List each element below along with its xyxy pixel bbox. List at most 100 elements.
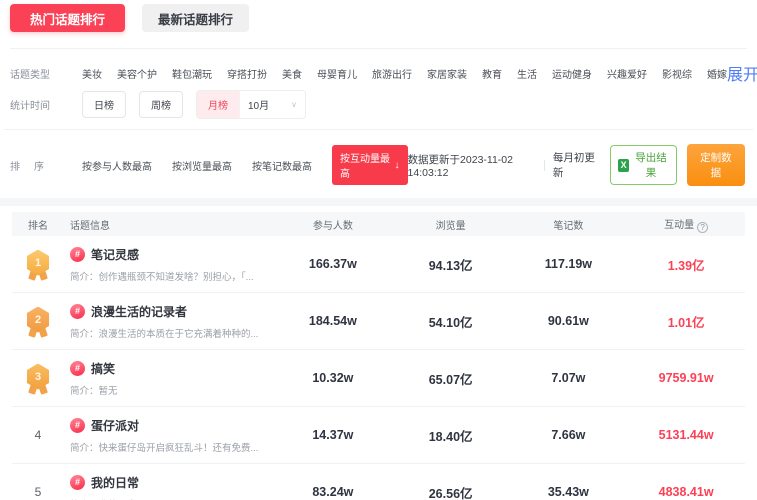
table-body: 1 1 # 笔记灵感 简介：创作遇瓶颈不知道发啥？别担心，「... 166.37… <box>12 236 745 500</box>
data-updated-text: 数据更新于2023-11-02 14:03:12 <box>408 152 536 179</box>
topic-type-options: 美妆美容个护鞋包潮玩穿搭打扮美食母婴育儿旅游出行家居家装教育生活运动健身兴趣爱好… <box>82 66 727 81</box>
sort-row: 排序 按参与人数最高按浏览量最高按笔记数最高 按互动量最高 ↓ 数据更新于202… <box>0 130 757 198</box>
description-label: 简介： <box>70 386 99 397</box>
notes-value: 117.19w <box>510 257 628 271</box>
help-icon[interactable]: ? <box>697 222 708 233</box>
sort-option[interactable]: 按参与人数最高 <box>82 158 152 173</box>
header-participants: 参与人数 <box>274 217 392 232</box>
rank-medal-icon: 1 <box>25 249 51 280</box>
topic-info-cell: # 笔记灵感 简介：创作遇瓶颈不知道发啥？别担心，「... <box>64 246 274 283</box>
tab-hot-topics[interactable]: 热门话题排行 <box>10 4 125 32</box>
header-interactions-label: 互动量 <box>664 220 694 231</box>
topic-description: 简介：浪漫生活的本质在于它充满着种种的... <box>70 326 274 340</box>
description-text: 快来蛋仔岛开启疯狂乱斗！还有免费... <box>99 443 259 454</box>
topic-type-option[interactable]: 兴趣爱好 <box>607 66 647 81</box>
notes-value: 7.66w <box>510 428 628 442</box>
export-results-button[interactable]: X 导出结果 <box>610 145 677 185</box>
monthly-rank-group: 月榜 10月 ∨ <box>196 90 306 119</box>
topic-type-option[interactable]: 鞋包潮玩 <box>172 66 212 81</box>
custom-data-button[interactable]: 定制数据 <box>687 144 745 186</box>
rank-medal-icon: 3 <box>25 363 51 394</box>
topic-type-option[interactable]: 影视综 <box>662 66 692 81</box>
notes-value: 7.07w <box>510 371 628 385</box>
description-label: 简介： <box>70 443 99 454</box>
table-row[interactable]: 2 2 # 浪漫生活的记录者 简介：浪漫生活的本质在于它充满着种种的... 18… <box>12 293 745 350</box>
topic-title[interactable]: 蛋仔派对 <box>91 417 139 434</box>
participants-value: 14.37w <box>274 428 392 442</box>
stat-time-row: 统计时间 日榜 周榜 月榜 10月 ∨ <box>10 91 745 117</box>
table-row[interactable]: 4 4 # 蛋仔派对 简介：快来蛋仔岛开启疯狂乱斗！还有免费... 14.37w… <box>12 407 745 464</box>
topic-hash-icon: # <box>70 247 85 262</box>
sort-option[interactable]: 按浏览量最高 <box>172 158 232 173</box>
interactions-value: 4838.41w <box>627 485 745 499</box>
meta-divider <box>544 160 545 171</box>
weekly-rank-button[interactable]: 周榜 <box>139 91 183 118</box>
topic-info-cell: # 浪漫生活的记录者 简介：浪漫生活的本质在于它充满着种种的... <box>64 303 274 340</box>
topic-type-option[interactable]: 婚嫁 <box>707 66 727 81</box>
topic-type-option[interactable]: 穿搭打扮 <box>227 66 267 81</box>
monthly-rank-button[interactable]: 月榜 <box>197 91 239 118</box>
expand-link[interactable]: 展开 <box>727 61 757 85</box>
topic-type-option[interactable]: 旅游出行 <box>372 66 412 81</box>
header-views: 浏览量 <box>392 217 510 232</box>
topic-type-option[interactable]: 美食 <box>282 66 302 81</box>
table-row[interactable]: 1 1 # 笔记灵感 简介：创作遇瓶颈不知道发啥？别担心，「... 166.37… <box>12 236 745 293</box>
sort-option[interactable]: 按笔记数最高 <box>252 158 312 173</box>
sort-by-interactions-label: 按互动量最高 <box>340 150 393 180</box>
month-select-value: 10月 <box>248 97 269 112</box>
sort-by-interactions-button[interactable]: 按互动量最高 ↓ <box>332 145 408 185</box>
participants-value: 166.37w <box>274 257 392 271</box>
topic-type-option[interactable]: 家居家装 <box>427 66 467 81</box>
tab-latest-topics[interactable]: 最新话题排行 <box>142 4 249 32</box>
topic-description: 简介：我的日常 <box>70 497 274 500</box>
topic-info-cell: # 搞笑 简介：暂无 <box>64 360 274 397</box>
description-text: 暂无 <box>99 386 118 397</box>
excel-icon: X <box>618 159 629 172</box>
rank-cell: 4 4 <box>12 428 64 442</box>
topic-title[interactable]: 我的日常 <box>91 474 139 491</box>
topic-type-option[interactable]: 教育 <box>482 66 502 81</box>
participants-value: 184.54w <box>274 314 392 328</box>
sort-arrow-icon: ↓ <box>395 160 400 171</box>
topic-description: 简介：暂无 <box>70 383 274 397</box>
topic-description: 简介：创作遇瓶颈不知道发啥？别担心，「... <box>70 269 274 283</box>
table-row[interactable]: 5 5 # 我的日常 简介：我的日常 83.24w 26.56亿 35.43w … <box>12 464 745 500</box>
update-cycle-text: 每月初更新 <box>553 150 598 180</box>
interactions-value: 5131.44w <box>627 428 745 442</box>
rank-cell: 1 1 <box>12 249 64 280</box>
topic-title[interactable]: 搞笑 <box>91 360 115 377</box>
topic-type-option[interactable]: 母婴育儿 <box>317 66 357 81</box>
export-results-label: 导出结果 <box>633 150 669 180</box>
daily-rank-button[interactable]: 日榜 <box>82 91 126 118</box>
topic-hash-icon: # <box>70 361 85 376</box>
notes-value: 35.43w <box>510 485 628 499</box>
topic-type-option[interactable]: 运动健身 <box>552 66 592 81</box>
month-select[interactable]: 10月 ∨ <box>239 91 305 118</box>
views-value: 18.40亿 <box>392 426 510 445</box>
rank-cell: 3 3 <box>12 363 64 394</box>
rank-medal-icon: 2 <box>25 306 51 337</box>
topic-title[interactable]: 笔记灵感 <box>91 246 139 263</box>
rank-cell: 2 2 <box>12 306 64 337</box>
notes-value: 90.61w <box>510 314 628 328</box>
topic-info-cell: # 我的日常 简介：我的日常 <box>64 474 274 500</box>
topic-hash-icon: # <box>70 475 85 490</box>
topic-type-option[interactable]: 美妆 <box>82 66 102 81</box>
topic-type-row: 话题类型 美妆美容个护鞋包潮玩穿搭打扮美食母婴育儿旅游出行家居家装教育生活运动健… <box>10 61 745 85</box>
views-value: 26.56亿 <box>392 483 510 500</box>
table-row[interactable]: 3 3 # 搞笑 简介：暂无 10.32w 65.07亿 7.07w 9759.… <box>12 350 745 407</box>
topic-description: 简介：快来蛋仔岛开启疯狂乱斗！还有免费... <box>70 440 274 454</box>
header-rank: 排名 <box>12 217 64 232</box>
rank-cell: 5 5 <box>12 485 64 499</box>
topic-title[interactable]: 浪漫生活的记录者 <box>91 303 187 320</box>
views-value: 54.10亿 <box>392 312 510 331</box>
topic-type-option[interactable]: 美容个护 <box>117 66 157 81</box>
header-notes: 笔记数 <box>510 217 628 232</box>
rank-number: 5 <box>12 485 64 499</box>
description-label: 简介： <box>70 329 99 340</box>
chevron-down-icon: ∨ <box>291 100 297 109</box>
interactions-value: 1.39亿 <box>627 255 745 274</box>
topic-type-option[interactable]: 生活 <box>517 66 537 81</box>
sort-options: 按参与人数最高 按浏览量最高 按笔记数最高 <box>82 158 312 173</box>
views-value: 94.13亿 <box>392 255 510 274</box>
